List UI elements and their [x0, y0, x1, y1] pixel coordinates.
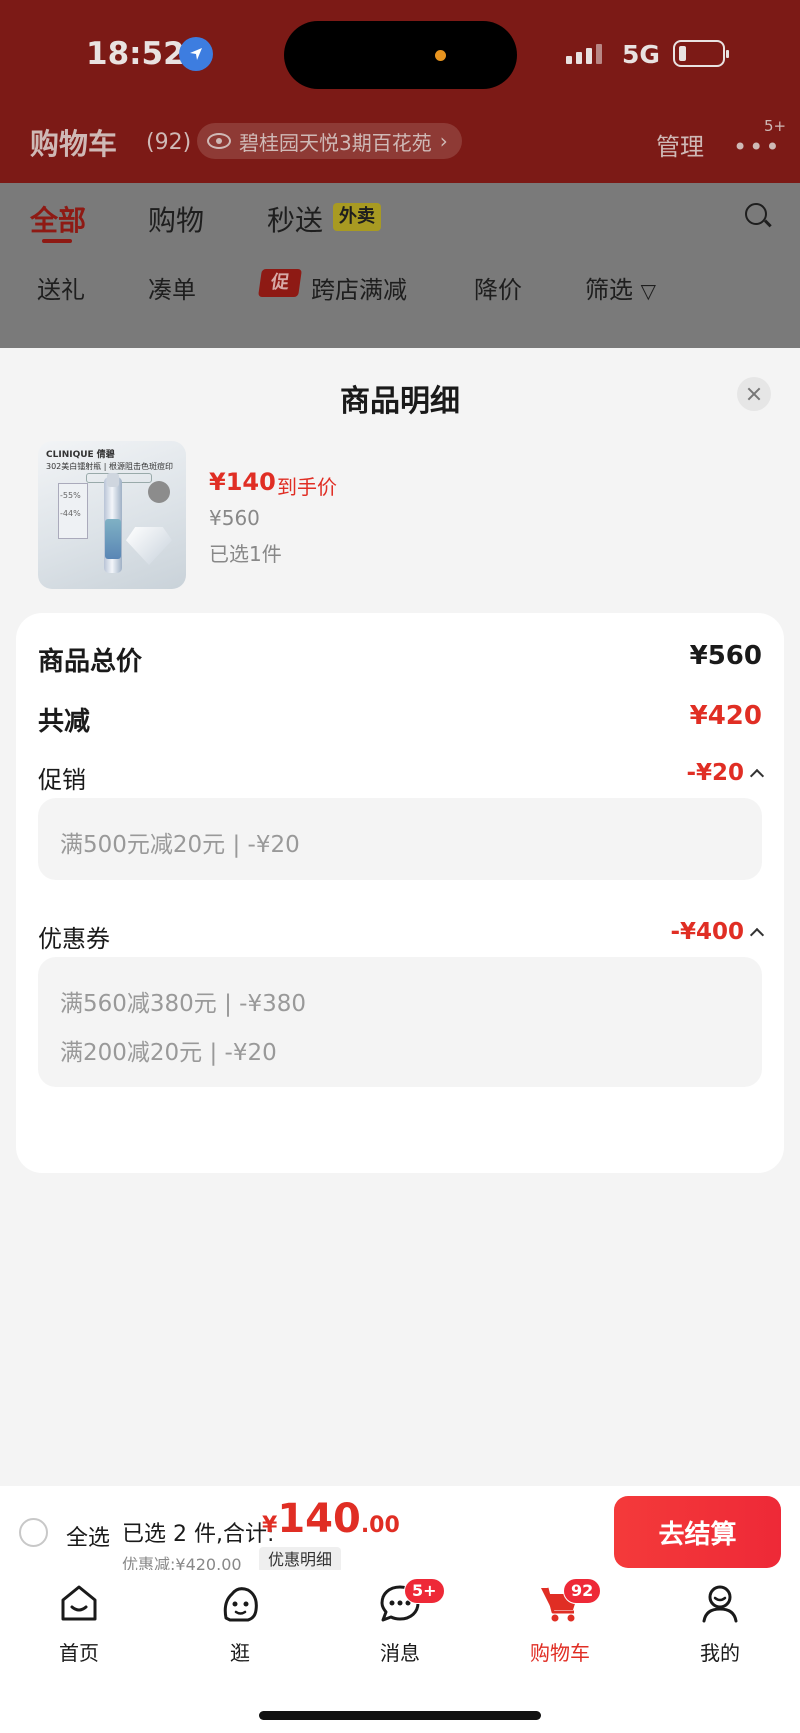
sheet-title: 商品明细 — [340, 384, 460, 419]
location-arrow-icon — [179, 37, 213, 71]
product-image-brand: CLINIQUE 倩碧 — [46, 450, 115, 460]
tabbar-home-label: 首页 — [59, 1641, 99, 1665]
promo-toggle[interactable]: -¥20 — [686, 760, 765, 786]
filter-cross-store[interactable]: 跨店满减 — [311, 270, 407, 305]
reduce-value: ¥420 — [689, 701, 762, 731]
promo-value: -¥20 — [686, 760, 744, 786]
cart-item-count: (92) — [146, 130, 192, 155]
product-badge-graphic — [148, 481, 170, 503]
tabs-background — [0, 183, 800, 348]
filter-label: 筛选 — [585, 276, 633, 304]
funnel-icon: ▽ — [640, 279, 657, 303]
product-image-pct: -44% — [60, 509, 81, 518]
tabbar-messages-label: 消息 — [380, 1641, 420, 1665]
product-image[interactable]: CLINIQUE 倩碧 302美白镭射瓶 | 根源阻击色斑痘印 -55% -44… — [38, 441, 186, 589]
filter-price-drop[interactable]: 降价 — [474, 270, 522, 305]
battery-icon — [673, 40, 729, 67]
price-detail-sheet: 商品明细 CLINIQUE 倩碧 302美白镭射瓶 | 根源阻击色斑痘印 -55… — [0, 348, 800, 1486]
price-breakdown-card: 商品总价 ¥560 共减 ¥420 促销 -¥20 满500元减20元 | -¥… — [16, 613, 784, 1173]
total-label: 商品总价 — [38, 647, 143, 677]
selected-quantity: 已选1件 — [209, 542, 282, 566]
original-price: ¥560 — [209, 506, 260, 530]
home-indicator — [259, 1711, 541, 1720]
page-title: 购物车 — [30, 127, 118, 161]
promo-label: 促销 — [38, 766, 86, 794]
status-time: 18:52 — [86, 36, 185, 72]
final-price: ¥140 — [209, 468, 276, 496]
summary-label: 已选 2 件,合计: — [122, 1522, 275, 1547]
product-bottle-graphic — [104, 473, 122, 573]
product-image-line: 302美白镭射瓶 | 根源阻击色斑痘印 — [46, 462, 174, 471]
tab-all[interactable]: 全部 — [30, 199, 86, 239]
filter-gift[interactable]: 送礼 — [37, 270, 85, 305]
close-button[interactable] — [737, 377, 771, 411]
checkout-button[interactable]: 去结算 — [614, 1496, 781, 1568]
select-all-checkbox[interactable] — [19, 1518, 48, 1547]
total-amount: ¥140.00 — [262, 1496, 400, 1542]
final-price-label: 到手价 — [277, 475, 337, 499]
total-integer: 140 — [277, 1496, 361, 1542]
cart-badge: 92 — [563, 1578, 602, 1604]
messages-badge: 5+ — [404, 1578, 445, 1604]
product-image-pct: -55% — [60, 491, 81, 500]
tab-instant[interactable]: 秒送 — [267, 199, 323, 239]
network-type: 5G — [622, 40, 660, 69]
address-selector[interactable]: 碧桂园天悦3期百花苑 › — [197, 123, 462, 159]
coupon-toggle[interactable]: -¥400 — [670, 919, 765, 945]
status-bar: 18:52 5G — [0, 0, 800, 110]
tabbar-home[interactable] — [29, 1582, 129, 1624]
tab-shopping[interactable]: 购物 — [148, 199, 204, 239]
coupon-label: 优惠券 — [38, 925, 110, 953]
coupon-item: 满200减20元 | -¥20 — [60, 1040, 277, 1066]
manage-button[interactable]: 管理 — [656, 127, 704, 162]
chevron-up-icon — [749, 768, 765, 784]
coupon-details: 满560减380元 | -¥380 满200减20元 | -¥20 — [38, 957, 762, 1087]
reduce-label: 共减 — [38, 707, 91, 737]
search-icon[interactable] — [745, 203, 767, 225]
filter-combine[interactable]: 凑单 — [148, 270, 196, 305]
takeout-tag: 外卖 — [333, 203, 381, 231]
tabbar-profile-label: 我的 — [700, 1641, 740, 1665]
smiley-icon — [218, 1582, 262, 1624]
total-currency: ¥ — [262, 1513, 278, 1538]
select-all-label[interactable]: 全选 — [66, 1520, 110, 1552]
home-icon — [57, 1582, 101, 1624]
promo-tag: 促 — [258, 269, 302, 297]
chevron-right-icon: › — [439, 129, 448, 153]
chevron-up-icon — [749, 927, 765, 943]
filter-button[interactable]: 筛选 ▽ — [585, 270, 656, 305]
total-value: ¥560 — [689, 641, 762, 671]
tabbar-cart-label: 购物车 — [530, 1641, 590, 1665]
more-badge: 5+ — [764, 117, 787, 135]
tabbar-browse[interactable] — [190, 1582, 290, 1624]
total-decimal: .00 — [360, 1513, 400, 1538]
product-gem-graphic — [126, 527, 172, 565]
eye-icon — [207, 133, 231, 149]
promo-details: 满500元减20元 | -¥20 — [38, 798, 762, 880]
dynamic-island — [284, 21, 517, 89]
tab-active-underline — [42, 239, 72, 243]
promo-item: 满500元减20元 | -¥20 — [60, 832, 300, 858]
coupon-value: -¥400 — [670, 919, 744, 945]
privacy-indicator-dot — [435, 50, 446, 61]
profile-icon — [698, 1582, 742, 1624]
tabbar-profile[interactable] — [670, 1582, 770, 1624]
coupon-item: 满560减380元 | -¥380 — [60, 991, 307, 1017]
more-icon[interactable]: ••• — [733, 133, 781, 161]
tabbar-browse-label: 逛 — [230, 1641, 250, 1665]
signal-icon — [566, 44, 602, 64]
address-text: 碧桂园天悦3期百花苑 — [239, 130, 432, 155]
